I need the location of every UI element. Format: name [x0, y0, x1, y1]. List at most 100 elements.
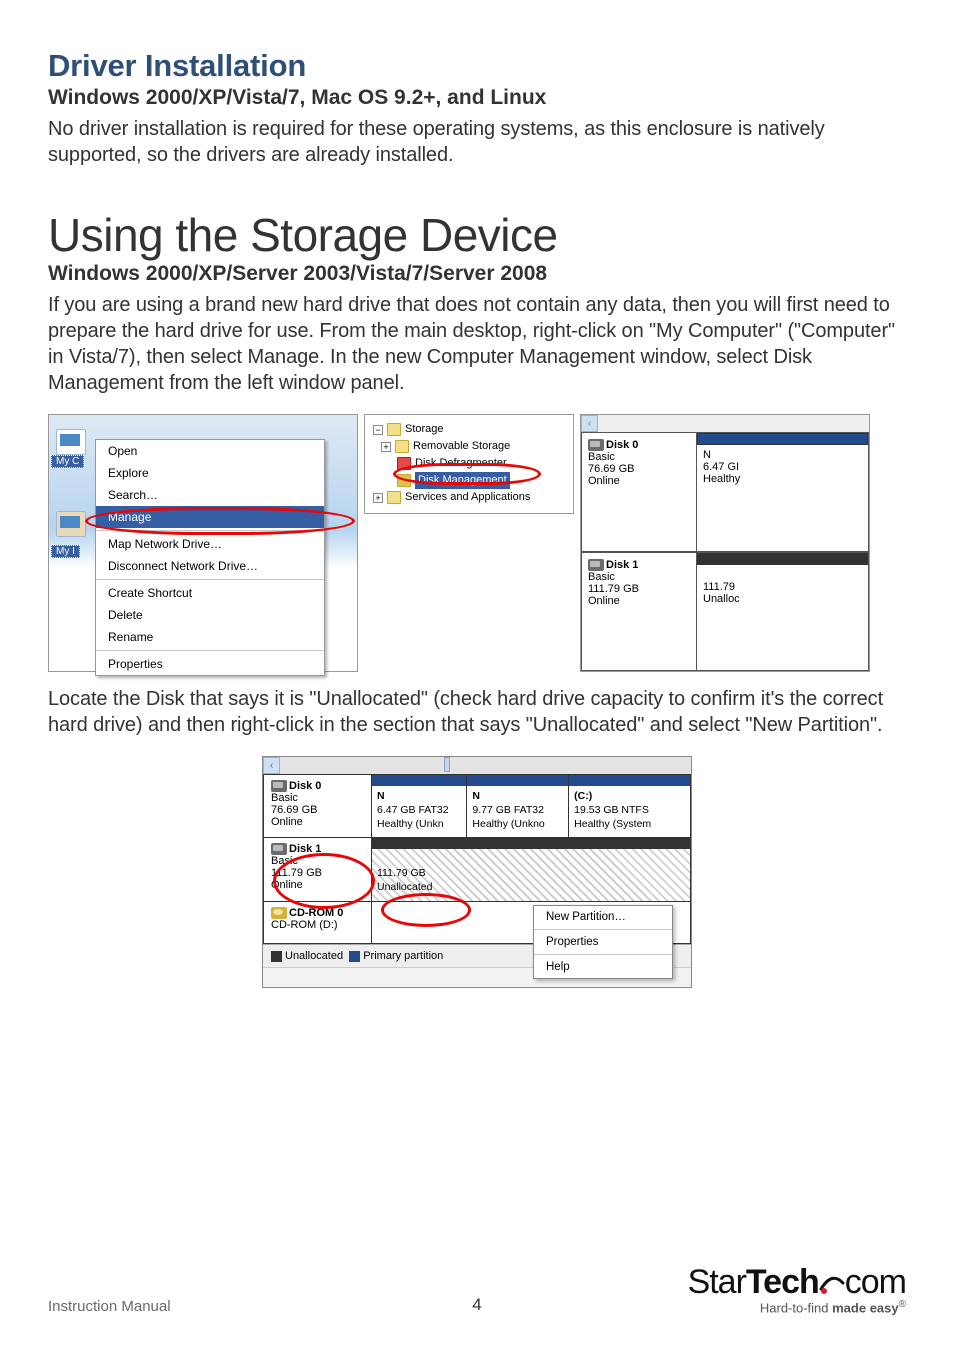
- disk1-size: 111.79 GB: [588, 583, 690, 595]
- heading-driver-installation: Driver Installation: [48, 48, 906, 84]
- dm-disk1-name: Disk 1: [289, 843, 321, 855]
- menu-open[interactable]: Open: [96, 440, 324, 462]
- part-size: 9.77 GB FAT32: [472, 804, 544, 816]
- paragraph-no-driver: No driver installation is required for t…: [48, 116, 906, 168]
- menu-delete[interactable]: Delete: [96, 604, 324, 626]
- disk-icon: [588, 559, 604, 571]
- tree-services[interactable]: +Services and Applications: [369, 489, 569, 506]
- screenshot-tree: −Storage +Removable Storage Disk Defragm…: [364, 414, 574, 514]
- menu-map-drive[interactable]: Map Network Drive…: [96, 533, 324, 555]
- screenshot-disk-list: ‹ Disk 0 Basic 76.69 GB Online N 6.47 GI…: [580, 414, 870, 672]
- legend-swatch-unallocated: [271, 951, 282, 962]
- legend-unallocated: Unallocated: [285, 950, 343, 962]
- menu-rename[interactable]: Rename: [96, 626, 324, 648]
- network-places-icon: [53, 507, 89, 541]
- disk-icon: [271, 780, 287, 792]
- dm-disk0-part2[interactable]: N 9.77 GB FAT32 Healthy (Unkno: [467, 775, 569, 837]
- dm-disk0-name: Disk 0: [289, 780, 321, 792]
- brand-part-c: com: [845, 1263, 906, 1301]
- paragraph-unallocated: Locate the Disk that says it is "Unalloc…: [48, 686, 906, 738]
- legend-primary: Primary partition: [363, 950, 443, 962]
- figure-row-1: My C My I Open Explore Search… Manage Ma…: [48, 414, 906, 672]
- part-size: 19.53 GB NTFS: [574, 804, 649, 816]
- tree-removable-storage[interactable]: +Removable Storage: [369, 438, 569, 455]
- disk0-status: Online: [588, 475, 690, 487]
- disk0-part-size: 6.47 GI: [703, 461, 862, 473]
- page-footer: Instruction Manual 4 StarTechcom Hard-to…: [48, 1263, 906, 1315]
- disk0-size: 76.69 GB: [588, 463, 690, 475]
- legend-swatch-primary: [349, 951, 360, 962]
- dm-disk1-status: Online: [271, 879, 364, 891]
- tree-disk-management[interactable]: Disk Management: [369, 472, 569, 489]
- dm-disk0-part1[interactable]: N 6.47 GB FAT32 Healthy (Unkn: [372, 775, 467, 837]
- heading-using-storage: Using the Storage Device: [48, 208, 906, 262]
- scrollbar[interactable]: ‹: [581, 415, 869, 432]
- screenshot-disk-management-main: ‹ Disk 0 Basic 76.69 GB Online N 6.47 GB…: [262, 756, 692, 988]
- partition-context-menu: New Partition… Properties Help: [533, 905, 673, 979]
- screenshot-mycomputer-context: My C My I Open Explore Search… Manage Ma…: [48, 414, 358, 672]
- dm-disk1-size: 111.79 GB: [271, 867, 364, 879]
- part-label: (C:): [574, 790, 592, 802]
- brand-part-a: Star: [688, 1263, 746, 1301]
- disk0-part-health: Healthy: [703, 473, 862, 485]
- disk1-status: Online: [588, 595, 690, 607]
- disk0-row: Disk 0 Basic 76.69 GB Online N 6.47 GI H…: [581, 432, 869, 552]
- disk0-type: Basic: [588, 451, 690, 463]
- context-menu: Open Explore Search… Manage Map Network …: [95, 439, 325, 676]
- dm-disk1-type: Basic: [271, 855, 364, 867]
- scroll-left-icon[interactable]: ‹: [581, 415, 598, 432]
- tagline-b: made easy: [832, 1300, 899, 1315]
- dm-disk1-unallocated[interactable]: 111.79 GB Unallocated: [372, 838, 690, 901]
- part-label: N: [377, 790, 385, 802]
- footer-manual-label: Instruction Manual: [48, 1298, 171, 1315]
- tree-disk-defragmenter[interactable]: Disk Defragmenter: [369, 455, 569, 472]
- dm-disk1-row: Disk 1 Basic 111.79 GB Online 111.79 GB …: [263, 838, 691, 902]
- subheading-os-list-a: Windows 2000/XP/Vista/7, Mac OS 9.2+, an…: [48, 86, 906, 110]
- dm-cdrom-name: CD-ROM 0: [289, 907, 343, 919]
- dm-disk0-row: Disk 0 Basic 76.69 GB Online N 6.47 GB F…: [263, 774, 691, 838]
- brand-swoosh-icon: [819, 1269, 845, 1295]
- tagline-a: Hard-to-find: [760, 1300, 832, 1315]
- brand-logo: StarTechcom Hard-to-find made easy®: [688, 1263, 906, 1315]
- tree-storage[interactable]: −Storage: [369, 421, 569, 438]
- part-health: Healthy (Unkn: [377, 818, 444, 830]
- disk1-name: Disk 1: [606, 559, 638, 571]
- scrollbar-top[interactable]: ‹: [263, 757, 691, 774]
- disk1-row: Disk 1 Basic 111.79 GB Online 111.79 Una…: [581, 552, 869, 672]
- cdrom-icon: [271, 907, 287, 919]
- dm-disk0-part3[interactable]: (C:) 19.53 GB NTFS Healthy (System: [569, 775, 690, 837]
- disk1-type: Basic: [588, 571, 690, 583]
- disk1-part-status: Unalloc: [703, 593, 862, 605]
- page-number: 4: [472, 1295, 481, 1315]
- disk-icon: [588, 439, 604, 451]
- scroll-thumb[interactable]: [444, 757, 450, 772]
- menu-search[interactable]: Search…: [96, 484, 324, 506]
- dm-disk0-type: Basic: [271, 792, 364, 804]
- ctx-new-partition[interactable]: New Partition…: [534, 906, 672, 928]
- menu-properties[interactable]: Properties: [96, 653, 324, 675]
- part-size: 111.79 GB: [377, 867, 426, 879]
- disk1-part-size: 111.79: [703, 581, 862, 593]
- ctx-properties[interactable]: Properties: [534, 931, 672, 953]
- part-label: N: [472, 790, 480, 802]
- dm-disk0-status: Online: [271, 816, 364, 828]
- menu-explore[interactable]: Explore: [96, 462, 324, 484]
- menu-disconnect-drive[interactable]: Disconnect Network Drive…: [96, 555, 324, 577]
- menu-manage[interactable]: Manage: [96, 506, 324, 528]
- disk-icon: [271, 843, 287, 855]
- part-health: Healthy (System: [574, 818, 651, 830]
- mycomputer-label: My C: [51, 455, 84, 468]
- part-size: 6.47 GB FAT32: [377, 804, 449, 816]
- brand-part-b: Tech: [746, 1263, 819, 1301]
- mycomputer-icon: [53, 425, 89, 459]
- subheading-os-list-b: Windows 2000/XP/Server 2003/Vista/7/Serv…: [48, 262, 906, 286]
- part-status: Unallocated: [377, 881, 432, 893]
- menu-create-shortcut[interactable]: Create Shortcut: [96, 582, 324, 604]
- part-health: Healthy (Unkno: [472, 818, 544, 830]
- dm-cdrom-sub: CD-ROM (D:): [271, 919, 364, 931]
- scroll-left-icon[interactable]: ‹: [263, 757, 280, 774]
- ctx-help[interactable]: Help: [534, 956, 672, 978]
- network-label: My I: [51, 545, 80, 558]
- paragraph-prepare-drive: If you are using a brand new hard drive …: [48, 292, 906, 396]
- disk0-name: Disk 0: [606, 439, 638, 451]
